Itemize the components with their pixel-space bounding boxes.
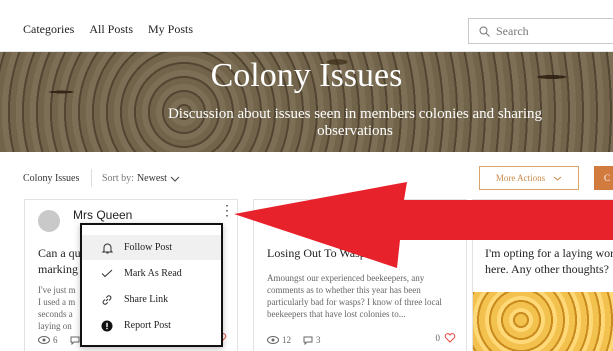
heart-icon [444,333,456,343]
avatar[interactable] [38,210,60,232]
category-banner: Colony Issues Discussion about issues se… [0,52,613,152]
menu-item-label: Mark As Read [124,268,182,279]
eye-icon [38,336,50,344]
menu-item-report-post[interactable]: Report Post [82,313,221,338]
comment-icon [303,336,313,345]
bell-icon [100,242,114,254]
menu-item-share-link[interactable]: Share Link [82,287,221,312]
link-icon [100,294,114,306]
chevron-down-icon [170,176,180,182]
breadcrumb[interactable]: Colony Issues [23,173,79,184]
comments-stat: 3 [303,335,321,345]
likes-count: 0 [435,333,441,343]
views-count: 6 [53,335,58,345]
nav-link-my-posts[interactable]: My Posts [148,22,193,37]
category-description: Discussion about issues seen in members … [167,106,543,139]
comments-count: 3 [316,335,321,345]
annotation-arrow [234,182,613,268]
report-icon [100,320,114,332]
post-stats: 12 3 [267,335,321,345]
sort-value: Newest [136,173,167,184]
more-options-icon[interactable]: ⋮ [220,205,234,219]
menu-item-label: Share Link [124,294,169,305]
comment-icon [70,336,79,345]
check-icon [100,269,114,278]
nav-link-categories[interactable]: Categories [23,22,74,37]
top-nav: Categories All Posts My Posts Search [0,0,613,52]
sort-dropdown[interactable]: Sort by: Newest [102,173,180,184]
menu-item-follow-post[interactable]: Follow Post [82,235,221,260]
views-stat: 6 [38,335,58,345]
post-excerpt: Amoungst our experienced beekeepers, any… [267,273,442,319]
category-title: Colony Issues [210,57,403,94]
post-author[interactable]: Mrs Queen [73,208,132,222]
views-count: 12 [282,335,291,345]
nav-link-all-posts[interactable]: All Posts [89,22,133,37]
toolbar-divider [91,169,92,187]
sort-label: Sort by: [102,173,134,184]
post-cover-image[interactable] [473,292,613,351]
menu-item-label: Report Post [124,320,171,331]
menu-item-mark-as-read[interactable]: Mark As Read [82,261,221,286]
search-input[interactable]: Search [468,18,613,44]
search-icon [479,26,490,37]
like-button[interactable]: 0 [436,333,457,343]
search-placeholder: Search [496,23,529,38]
post-options-menu: Follow Post Mark As Read Share Link Repo… [80,223,223,347]
menu-item-label: Follow Post [124,242,173,253]
eye-icon [267,336,279,344]
views-stat: 12 [267,335,291,345]
nav-links: Categories All Posts My Posts [23,22,193,37]
